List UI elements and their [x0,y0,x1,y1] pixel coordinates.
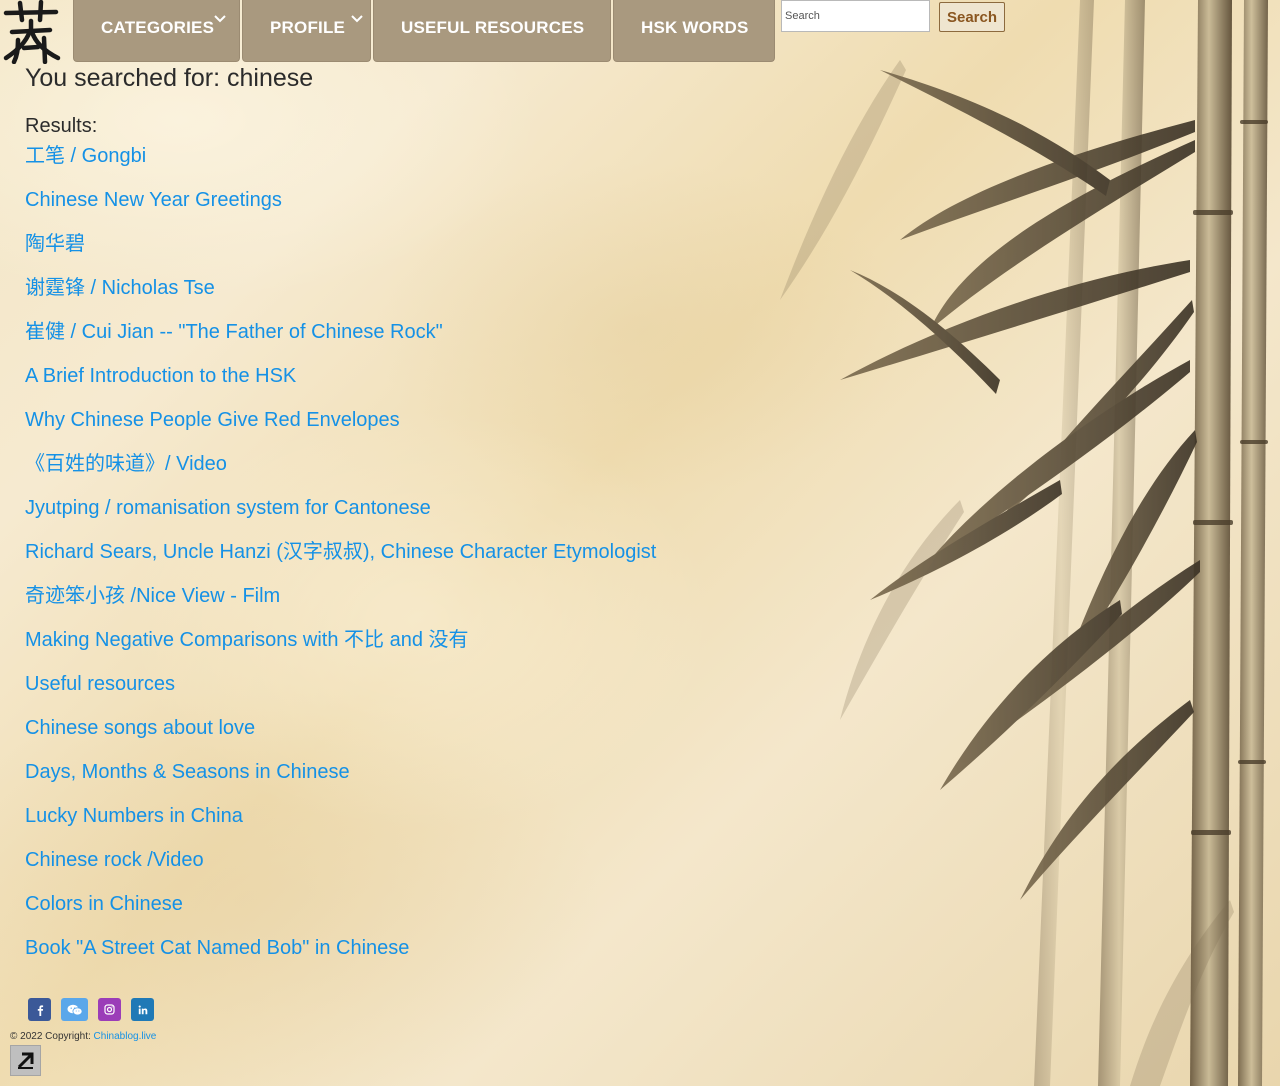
result-link[interactable]: 奇迹笨小孩 /Nice View - Film [25,585,280,607]
list-item: Useful resources [25,670,656,714]
list-item: Why Chinese People Give Red Envelopes [25,406,656,450]
wechat-icon [67,1004,82,1015]
copyright: © 2022 Copyright: Chinablog.live [10,1031,156,1042]
nav-profile[interactable]: PROFILE [242,0,371,62]
wechat-button[interactable] [61,998,88,1021]
result-link[interactable]: Making Negative Comparisons with 不比 and … [25,629,469,651]
copyright-text: © 2022 Copyright: [10,1031,91,1042]
list-item: Chinese New Year Greetings [25,186,656,230]
result-link[interactable]: Book "A Street Cat Named Bob" in Chinese [25,937,409,959]
linkedin-icon [138,1005,147,1014]
arrow-up-right-icon [17,1052,34,1069]
facebook-icon [37,1004,43,1016]
list-item: Days, Months & Seasons in Chinese [25,758,656,802]
list-item: Colors in Chinese [25,890,656,934]
list-item: Lucky Numbers in China [25,802,656,846]
list-item: Jyutping / romanisation system for Canto… [25,494,656,538]
result-link[interactable]: A Brief Introduction to the HSK [25,365,296,387]
facebook-button[interactable] [28,998,51,1021]
list-item: Book "A Street Cat Named Bob" in Chinese [25,934,656,978]
nav-categories[interactable]: CATEGORIES [73,0,240,62]
result-link[interactable]: Jyutping / romanisation system for Canto… [25,497,431,519]
nav-useful-resources[interactable]: USEFUL RESOURCES [373,0,611,62]
social-links [28,998,154,1021]
result-link[interactable]: 谢霆锋 / Nicholas Tse [25,277,215,299]
nav-hsk-words[interactable]: HSK WORDS [613,0,775,62]
list-item: 工笔 / Gongbi [25,142,656,186]
result-link[interactable]: Chinese New Year Greetings [25,189,282,211]
copyright-link[interactable]: Chinablog.live [94,1031,157,1042]
result-link[interactable]: 工笔 / Gongbi [25,145,146,167]
list-item: Richard Sears, Uncle Hanzi (汉字叔叔), Chine… [25,538,656,582]
list-item: 《百姓的味道》/ Video [25,450,656,494]
result-link[interactable]: 《百姓的味道》/ Video [25,453,227,475]
nav-useful-resources-label: USEFUL RESOURCES [401,18,585,37]
list-item: 崔健 / Cui Jian -- "The Father of Chinese … [25,318,656,362]
list-item: Making Negative Comparisons with 不比 and … [25,626,656,670]
search-button[interactable]: Search [939,2,1005,32]
back-to-top-button[interactable] [10,1045,41,1076]
result-link[interactable]: Why Chinese People Give Red Envelopes [25,409,400,431]
list-item: A Brief Introduction to the HSK [25,362,656,406]
result-link[interactable]: Colors in Chinese [25,893,183,915]
nav-categories-label: CATEGORIES [101,18,215,37]
result-link[interactable]: Chinese songs about love [25,717,255,739]
list-item: Chinese rock /Video [25,846,656,890]
results-list: 工笔 / Gongbi Chinese New Year Greetings 陶… [25,142,656,978]
result-link[interactable]: Richard Sears, Uncle Hanzi (汉字叔叔), Chine… [25,541,656,563]
chevron-down-icon [351,15,363,23]
results-label: Results: [25,115,98,137]
result-link[interactable]: 陶华碧 [25,233,85,255]
result-link[interactable]: Chinese rock /Video [25,849,204,871]
list-item: 陶华碧 [25,230,656,274]
nav-profile-label: PROFILE [270,18,346,37]
result-link[interactable]: Days, Months & Seasons in Chinese [25,761,350,783]
chevron-down-icon [214,15,226,23]
result-link[interactable]: Useful resources [25,673,175,695]
site-logo[interactable] [0,0,62,64]
search-input[interactable] [781,0,930,32]
instagram-icon [104,1004,115,1015]
instagram-button[interactable] [98,998,121,1021]
result-link[interactable]: 崔健 / Cui Jian -- "The Father of Chinese … [25,321,443,343]
list-item: 谢霆锋 / Nicholas Tse [25,274,656,318]
list-item: Chinese songs about love [25,714,656,758]
result-link[interactable]: Lucky Numbers in China [25,805,243,827]
page-title: You searched for: chinese [25,64,314,92]
list-item: 奇迹笨小孩 /Nice View - Film [25,582,656,626]
nav-hsk-words-label: HSK WORDS [641,18,749,37]
linkedin-button[interactable] [131,998,154,1021]
